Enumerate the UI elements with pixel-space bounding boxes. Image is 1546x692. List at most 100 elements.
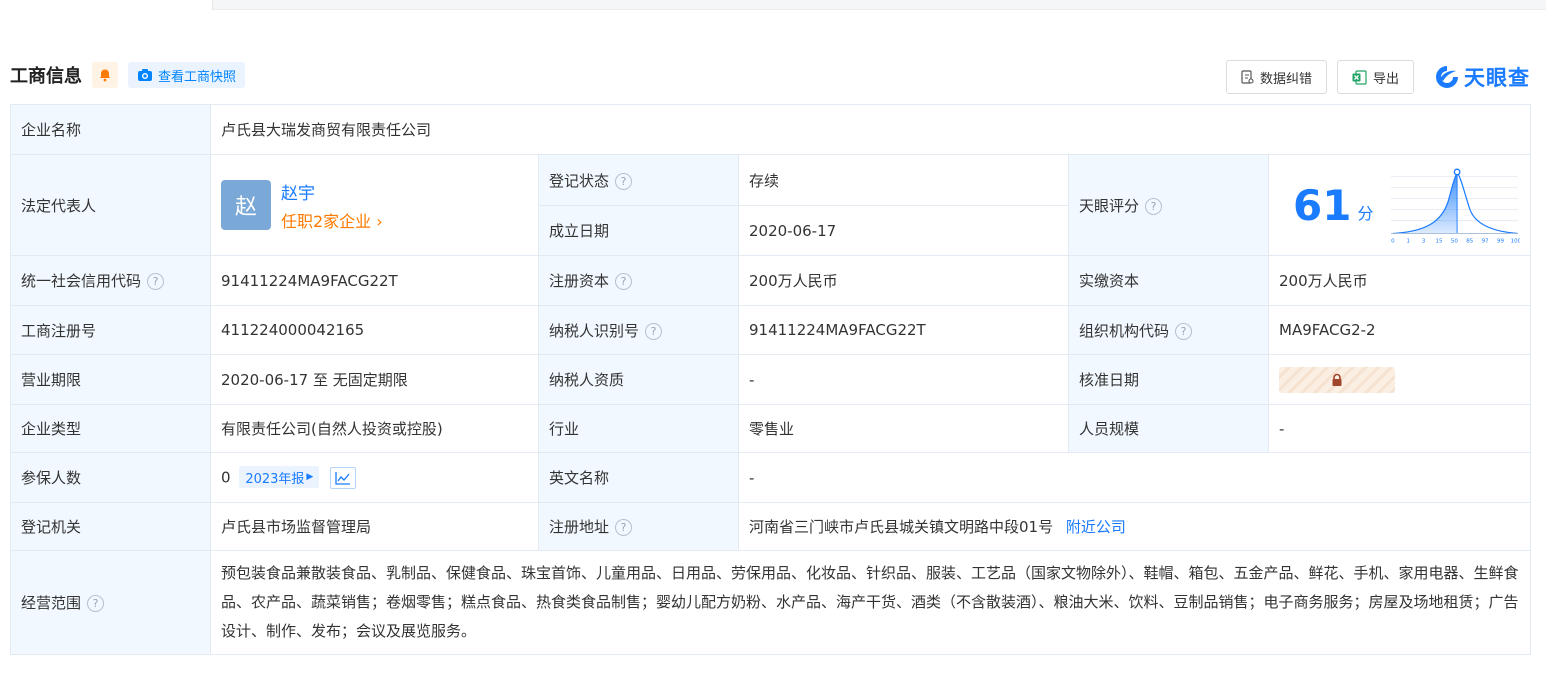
- reg-address-label-text: 注册地址: [549, 518, 610, 536]
- taxpayer-qual-label: 纳税人资质: [538, 354, 739, 405]
- table-row: 统一社会信用代码? 91411224MA9FACG22T 注册资本? 200万人…: [10, 255, 1531, 306]
- credit-code-value: 91411224MA9FACG22T: [210, 255, 539, 306]
- taxpayer-id-label-text: 纳税人识别号: [549, 321, 640, 340]
- industry-label: 行业: [538, 404, 739, 453]
- vip-locked-value[interactable]: [1279, 366, 1395, 393]
- reg-status-value: 存续: [738, 154, 1069, 206]
- org-code-label-text: 组织机构代码: [1079, 321, 1170, 340]
- lock-icon: [1332, 373, 1342, 386]
- approval-date-label: 核准日期: [1068, 354, 1269, 405]
- company-name-label: 企业名称: [10, 104, 211, 155]
- legal-rep-name-link[interactable]: 赵宇: [281, 179, 383, 204]
- edit-doc-icon: [1241, 70, 1254, 84]
- reg-status-label-text: 登记状态: [549, 171, 610, 190]
- help-icon[interactable]: ?: [615, 519, 633, 536]
- reg-capital-label-text: 注册资本: [549, 272, 610, 290]
- legal-rep-label: 法定代表人: [10, 154, 211, 256]
- reg-address-value: 河南省三门峡市卢氏县城关镇文明路中段01号: [749, 518, 1054, 536]
- found-date-label: 成立日期: [538, 205, 739, 256]
- section-header: 工商信息 查看工商快照: [10, 60, 246, 90]
- credit-code-label: 统一社会信用代码?: [10, 255, 211, 306]
- camera-icon: [138, 69, 152, 81]
- triangle-right-icon: ▶: [306, 472, 314, 482]
- table-row: 企业类型 有限责任公司(自然人投资或控股) 行业 零售业 人员规模 -: [10, 404, 1531, 453]
- data-correction-button[interactable]: 数据纠错: [1225, 60, 1327, 94]
- score-cell[interactable]: 61 分 0 1 3 15 50 85 97 99 100: [1268, 154, 1531, 256]
- axis-tick-label: 3: [1422, 239, 1426, 245]
- excel-icon: [1352, 69, 1367, 85]
- reg-number-value: 411224000042165: [210, 305, 539, 355]
- staff-size-label: 人员规模: [1068, 404, 1269, 453]
- axis-tick-label: 99: [1497, 239, 1504, 245]
- axis-tick-label: 85: [1467, 239, 1474, 245]
- section-title: 工商信息: [10, 66, 82, 87]
- chevron-right-icon: ›: [371, 211, 383, 231]
- legal-rep-positions-link[interactable]: 任职2家企业 ›: [281, 208, 383, 232]
- table-row: 企业名称 卢氏县大瑞发商贸有限责任公司: [10, 104, 1531, 155]
- business-term-value: 2020-06-17 至 无固定期限: [210, 354, 539, 405]
- annual-report-label: 2023年报: [245, 471, 305, 487]
- english-name-label: 英文名称: [538, 452, 739, 503]
- axis-tick-label: 15: [1436, 239, 1443, 245]
- org-code-label: 组织机构代码?: [1068, 305, 1269, 355]
- axis-tick-label: 100: [1511, 239, 1520, 245]
- snapshot-label: 查看工商快照: [158, 69, 237, 85]
- table-row: 参保人数 0 2023年报 ▶ 英文名称 -: [10, 452, 1531, 503]
- paid-capital-value: 200万人民币: [1268, 255, 1531, 306]
- taxpayer-id-label: 纳税人识别号?: [538, 305, 739, 355]
- help-icon[interactable]: ?: [147, 273, 165, 290]
- org-code-value: MA9FACG2-2: [1268, 305, 1531, 355]
- help-icon[interactable]: ?: [1145, 197, 1163, 215]
- scope-value: 预包装食品兼散装食品、乳制品、保健食品、珠宝首饰、儿童用品、日用品、劳保用品、化…: [210, 550, 1531, 655]
- credit-code-label-text: 统一社会信用代码: [21, 272, 142, 290]
- bell-icon[interactable]: [92, 62, 118, 88]
- table-row: 经营范围? 预包装食品兼散装食品、乳制品、保健食品、珠宝首饰、儿童用品、日用品、…: [10, 550, 1531, 655]
- positions-text: 任职2家企业: [281, 211, 372, 231]
- logo-text: 天眼查: [1464, 66, 1530, 90]
- company-type-label: 企业类型: [10, 404, 211, 453]
- active-tab-edge: [0, 0, 213, 10]
- score-label-text: 天眼评分: [1079, 196, 1140, 215]
- reg-authority-value: 卢氏县市场监督管理局: [210, 502, 539, 551]
- trend-chart-button[interactable]: [330, 467, 357, 489]
- reg-authority-label: 登记机关: [10, 502, 211, 551]
- avatar[interactable]: 赵: [221, 180, 271, 230]
- reg-number-label: 工商注册号: [10, 305, 211, 355]
- trend-chart-icon: [335, 472, 351, 485]
- table-row: 工商注册号 411224000042165 纳税人识别号? 91411224MA…: [10, 305, 1531, 355]
- help-icon[interactable]: ?: [645, 322, 663, 340]
- insured-cell: 0 2023年报 ▶: [210, 452, 539, 503]
- help-icon[interactable]: ?: [615, 273, 633, 290]
- export-button[interactable]: 导出: [1336, 60, 1414, 94]
- axis-tick-label: 1: [1407, 239, 1411, 245]
- scope-label: 经营范围?: [10, 550, 211, 655]
- reg-address-label: 注册地址?: [538, 502, 739, 551]
- header-actions: 数据纠错 导出 天眼查: [1225, 60, 1530, 94]
- table-row: 营业期限 2020-06-17 至 无固定期限 纳税人资质 - 核准日期: [10, 354, 1531, 405]
- industry-value: 零售业: [738, 404, 1069, 453]
- data-correction-label: 数据纠错: [1259, 71, 1312, 87]
- english-name-value: -: [738, 452, 1531, 503]
- reg-capital-label: 注册资本?: [538, 255, 739, 306]
- axis-tick-label: 50: [1451, 239, 1458, 245]
- table-row: 法定代表人 赵 赵宇 任职2家企业 › 登记状态? 存续 天眼评分? 61 分: [10, 154, 1531, 256]
- legal-rep-cell: 赵 赵宇 任职2家企业 ›: [210, 154, 539, 256]
- tianyancha-logo: 天眼查: [1434, 62, 1530, 92]
- nearby-companies-link[interactable]: 附近公司: [1066, 518, 1126, 536]
- axis-tick-label: 0: [1392, 239, 1396, 245]
- company-name-value: 卢氏县大瑞发商贸有限责任公司: [210, 104, 1531, 155]
- business-info-table: 企业名称 卢氏县大瑞发商贸有限责任公司 法定代表人 赵 赵宇 任职2家企业 › …: [10, 104, 1531, 655]
- help-icon[interactable]: ?: [1175, 322, 1193, 340]
- taxpayer-qual-value: -: [738, 354, 1069, 405]
- annual-report-button[interactable]: 2023年报 ▶: [239, 466, 320, 488]
- reg-capital-value: 200万人民币: [738, 255, 1069, 306]
- insured-value: 0: [221, 468, 231, 487]
- view-snapshot-button[interactable]: 查看工商快照: [128, 62, 246, 88]
- help-icon[interactable]: ?: [615, 172, 633, 190]
- score-unit: 分: [1357, 204, 1374, 223]
- reg-status-label: 登记状态?: [538, 154, 739, 206]
- help-icon[interactable]: ?: [87, 595, 105, 612]
- found-date-value: 2020-06-17: [738, 205, 1069, 256]
- taxpayer-id-value: 91411224MA9FACG22T: [738, 305, 1069, 355]
- top-tab-strip: [0, 0, 1546, 10]
